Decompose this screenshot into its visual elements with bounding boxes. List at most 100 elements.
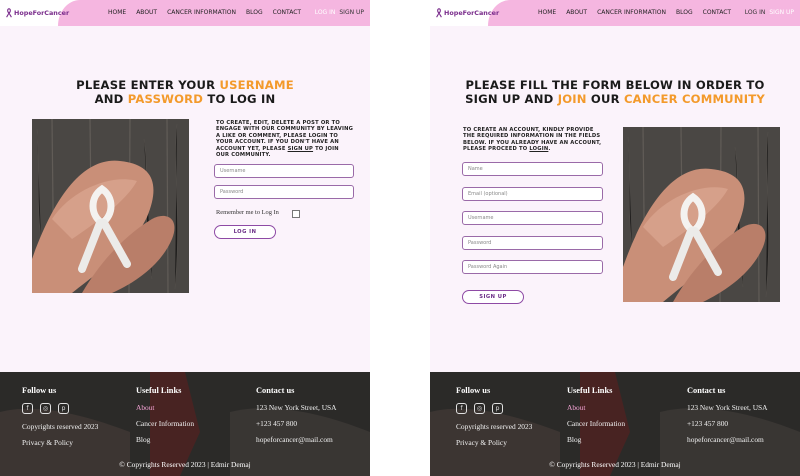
contact-email[interactable]: hopeforcancer@mail.com xyxy=(687,435,767,444)
contact-phone: +123 457 800 xyxy=(256,419,298,428)
login-link[interactable]: LOG IN xyxy=(315,9,336,16)
nav-about[interactable]: ABOUT xyxy=(566,9,587,16)
nav-contact[interactable]: CONTACT xyxy=(273,9,301,16)
signup-title: PLEASE FILL THE FORM BELOW IN ORDER TO S… xyxy=(430,78,800,106)
name-input[interactable]: Name xyxy=(462,162,603,176)
ribbon-icon xyxy=(6,8,12,18)
footer-follow: Follow us f ◎ p Copyrights reserved 2023… xyxy=(456,386,532,454)
nav-blog[interactable]: BLOG xyxy=(246,9,263,16)
contact-address: 123 New York Street, USA xyxy=(256,403,337,412)
footer-copyright: © Copyrights Reserved 2023 | Edmir Demaj xyxy=(430,460,800,469)
password-again-input[interactable]: Password Again xyxy=(462,260,603,274)
login-button[interactable]: LOG IN xyxy=(214,225,276,239)
password-input[interactable]: Password xyxy=(462,236,603,250)
footer-link-about[interactable]: About xyxy=(136,403,194,412)
nav-about[interactable]: ABOUT xyxy=(136,9,157,16)
title-highlight-username: USERNAME xyxy=(219,78,294,92)
instagram-icon[interactable]: ◎ xyxy=(474,403,485,414)
pinterest-icon[interactable]: p xyxy=(492,403,503,414)
username-input[interactable]: Username xyxy=(214,164,354,178)
ribbon-hands-photo xyxy=(32,119,189,293)
site-footer: Follow us f ◎ p Copyrights reserved 2023… xyxy=(0,372,370,476)
signup-link[interactable]: SIGN UP xyxy=(339,9,364,16)
instagram-icon[interactable]: ◎ xyxy=(40,403,51,414)
signup-inline-link[interactable]: SIGN UP xyxy=(288,146,314,152)
links-title: Useful Links xyxy=(567,386,613,395)
social-links: f ◎ p xyxy=(456,403,532,414)
logo-text: HopeForCancer xyxy=(444,9,500,17)
footer-copyright: © Copyrights Reserved 2023 | Edmir Demaj xyxy=(0,460,370,469)
site-logo[interactable]: HopeForCancer xyxy=(6,8,69,18)
signup-page: HopeForCancer HOME ABOUT CANCER INFORMAT… xyxy=(430,0,800,476)
facebook-icon[interactable]: f xyxy=(22,403,33,414)
pinterest-icon[interactable]: p xyxy=(58,403,69,414)
contact-title: Contact us xyxy=(256,386,295,395)
username-input[interactable]: Username xyxy=(462,211,603,225)
title-text: AND xyxy=(94,92,128,106)
footer-useful-links: Useful Links About Cancer Information Bl… xyxy=(136,386,194,451)
footer-contact: Contact us 123 New York Street, USA +123… xyxy=(256,386,336,451)
login-title: PLEASE ENTER YOUR USERNAME AND PASSWORD … xyxy=(0,78,370,106)
facebook-icon[interactable]: f xyxy=(456,403,467,414)
contact-title: Contact us xyxy=(687,386,726,395)
footer-link-cancer-information[interactable]: Cancer Information xyxy=(567,419,625,428)
copyright-text: Copyrights Reserved 2023 | Edmir Demaj xyxy=(556,460,681,469)
copyright-icon: © xyxy=(119,460,125,469)
signup-info-text: TO CREATE AN ACCOUNT, KINDLY PROVIDE THE… xyxy=(463,127,603,153)
copyrights-reserved: Copyrights reserved 2023 xyxy=(456,422,533,431)
logo-text: HopeForCancer xyxy=(14,9,70,17)
main-nav: HOME ABOUT CANCER INFORMATION BLOG CONTA… xyxy=(538,9,731,16)
main-nav: HOME ABOUT CANCER INFORMATION BLOG CONTA… xyxy=(108,9,301,16)
login-link[interactable]: LOG IN xyxy=(745,9,766,16)
copyrights-reserved: Copyrights reserved 2023 xyxy=(22,422,99,431)
site-footer: Follow us f ◎ p Copyrights reserved 2023… xyxy=(430,372,800,476)
ribbon-icon xyxy=(436,8,442,18)
links-title: Useful Links xyxy=(136,386,182,395)
follow-title: Follow us xyxy=(456,386,491,395)
contact-phone: +123 457 800 xyxy=(687,419,729,428)
follow-title: Follow us xyxy=(22,386,57,395)
login-inline-link[interactable]: LOGIN xyxy=(529,146,548,152)
social-links: f ◎ p xyxy=(22,403,98,414)
copyright-text: Copyrights Reserved 2023 | Edmir Demaj xyxy=(126,460,251,469)
site-header: HopeForCancer HOME ABOUT CANCER INFORMAT… xyxy=(0,0,370,26)
title-highlight-community: CANCER COMMUNITY xyxy=(623,92,765,106)
copyright-icon: © xyxy=(549,460,555,469)
nav-contact[interactable]: CONTACT xyxy=(703,9,731,16)
footer-follow: Follow us f ◎ p Copyrights reserved 2023… xyxy=(22,386,98,454)
nav-home[interactable]: HOME xyxy=(108,9,126,16)
remember-me-checkbox[interactable] xyxy=(292,210,300,218)
footer-link-about[interactable]: About xyxy=(567,403,625,412)
signup-button[interactable]: SIGN UP xyxy=(462,290,524,304)
auth-links: LOG IN SIGN UP xyxy=(315,9,364,16)
info-text: . xyxy=(548,146,551,153)
title-text: SIGN UP AND xyxy=(465,92,558,106)
nav-blog[interactable]: BLOG xyxy=(676,9,693,16)
password-input[interactable]: Password xyxy=(214,185,354,199)
login-page: HopeForCancer HOME ABOUT CANCER INFORMAT… xyxy=(0,0,370,476)
auth-links: LOG IN SIGN UP xyxy=(745,9,794,16)
title-highlight-password: PASSWORD xyxy=(127,92,204,106)
signup-link[interactable]: SIGN UP xyxy=(769,9,794,16)
footer-contact: Contact us 123 New York Street, USA +123… xyxy=(687,386,767,451)
footer-useful-links: Useful Links About Cancer Information Bl… xyxy=(567,386,625,451)
privacy-link[interactable]: Privacy & Policy xyxy=(22,438,98,447)
contact-email[interactable]: hopeforcancer@mail.com xyxy=(256,435,336,444)
remember-me-label: Remember me to Log In xyxy=(216,209,279,216)
site-header: HopeForCancer HOME ABOUT CANCER INFORMAT… xyxy=(430,0,800,26)
email-input[interactable]: Email (optional) xyxy=(462,187,603,201)
title-text: PLEASE ENTER YOUR xyxy=(76,78,220,92)
contact-address: 123 New York Street, USA xyxy=(687,403,768,412)
nav-cancer-information[interactable]: CANCER INFORMATION xyxy=(597,9,666,16)
footer-link-blog[interactable]: Blog xyxy=(567,435,625,444)
nav-cancer-information[interactable]: CANCER INFORMATION xyxy=(167,9,236,16)
footer-link-cancer-information[interactable]: Cancer Information xyxy=(136,419,194,428)
privacy-link[interactable]: Privacy & Policy xyxy=(456,438,532,447)
site-logo[interactable]: HopeForCancer xyxy=(436,8,499,18)
title-text: OUR xyxy=(586,92,624,106)
title-line-1: PLEASE FILL THE FORM BELOW IN ORDER TO xyxy=(465,78,765,92)
nav-home[interactable]: HOME xyxy=(538,9,556,16)
login-info-text: TO CREATE, EDIT, DELETE A POST OR TO ENG… xyxy=(216,120,354,158)
title-highlight-join: JOIN xyxy=(557,92,587,106)
footer-link-blog[interactable]: Blog xyxy=(136,435,194,444)
